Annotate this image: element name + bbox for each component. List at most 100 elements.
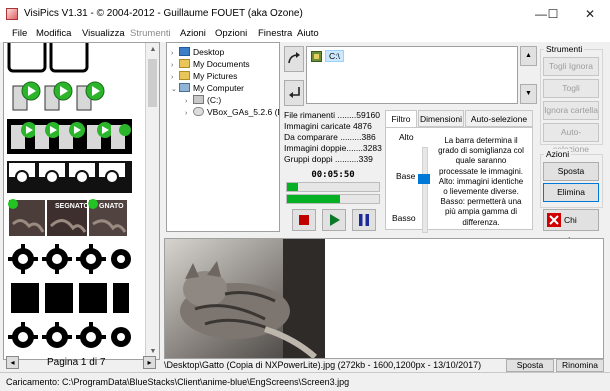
image-preview[interactable] [164, 238, 604, 359]
menu-opzioni[interactable]: Opzioni [215, 28, 247, 39]
tree-node-c-drive[interactable]: › (C:) [185, 94, 221, 106]
drive-icon [311, 50, 322, 62]
menu-modifica[interactable]: Modifica [36, 28, 71, 39]
preview-move-button[interactable]: Sposta [506, 359, 554, 372]
stat-row: Gruppi doppi ..........339 [284, 154, 384, 165]
thumbnail-pane[interactable]: SEGNATO GNATO ▲ ▼ [3, 42, 160, 360]
tree-node-desktop[interactable]: › Desktop [171, 46, 224, 58]
menu-azioni[interactable]: Azioni [180, 28, 206, 39]
stat-label: Immagini doppie....... [284, 143, 363, 153]
tree-node-label: VBox_GAs_5.2.6 (D:) [207, 107, 279, 117]
load-progress-bar [286, 182, 380, 192]
tab-dimensioni[interactable]: Dimensioni [418, 110, 464, 127]
thumb-group[interactable]: SEGNATO GNATO [7, 198, 132, 238]
menu-visualizza[interactable]: Visualizza [82, 28, 125, 39]
folder-tree[interactable]: › Desktop › My Documents › My Pictures ⌄ My … [166, 42, 280, 232]
play-icon [330, 214, 340, 226]
stat-row: Immagini caricate 4876 [284, 121, 384, 132]
move-down-button[interactable]: ▼ [520, 84, 537, 104]
similarity-slider[interactable] [410, 136, 440, 233]
delete-button[interactable]: Elimina [543, 183, 599, 202]
ignore-folder-button[interactable]: Ignora cartella [543, 101, 599, 120]
thumbnail-scrollbar[interactable]: ▲ ▼ [145, 43, 159, 359]
tree-node-d-drive[interactable]: › VBox_GAs_5.2.6 (D:) [185, 106, 279, 120]
tree-node-my-pictures[interactable]: › My Pictures [171, 70, 237, 82]
maximize-button[interactable]: ☐ [541, 0, 565, 28]
thumb-group[interactable] [7, 159, 132, 194]
cat-photo [165, 239, 603, 358]
auto-select-button[interactable]: Auto-selezione [543, 123, 599, 154]
stat-row: File rimanenti ........59160 [284, 110, 384, 121]
stats-panel: File rimanenti ........59160 Immagini ca… [284, 110, 384, 165]
thumb-group-image: SEGNATO GNATO [8, 199, 127, 236]
menu-aiuto[interactable]: Aiuto [297, 28, 319, 39]
scroll-up-arrow[interactable]: ▲ [146, 43, 159, 57]
tree-node-label: My Computer [193, 83, 245, 93]
collapse-icon[interactable]: ⌄ [171, 84, 179, 96]
stat-value: 3283 [362, 143, 382, 153]
thumb-group[interactable] [7, 281, 132, 315]
close-button[interactable]: ✕ [570, 0, 610, 28]
thumb-group-image [8, 244, 131, 274]
stat-value: 59160 [356, 110, 380, 120]
folder-icon [179, 71, 190, 80]
folder-icon [179, 59, 190, 68]
about-button[interactable]: Chi siamo [543, 209, 599, 245]
slider-track [422, 147, 428, 233]
redo-arrow-icon [288, 52, 300, 64]
title-bar: VisiPics V1.31 - © 2004-2012 - Guillaume… [0, 0, 610, 28]
tree-node-my-documents[interactable]: › My Documents [171, 58, 250, 70]
remove-selection-button[interactable]: Togli Selezione [543, 79, 599, 110]
thumb-group[interactable] [7, 319, 132, 353]
progress-fill [287, 195, 341, 203]
stop-button[interactable] [292, 209, 316, 231]
desktop-icon [179, 47, 190, 56]
window-title: VisiPics V1.31 - © 2004-2012 - Guillaume… [24, 8, 303, 19]
computer-icon [179, 83, 190, 92]
menu-bar: File Modifica Visualizza Strumenti Azion… [0, 28, 610, 42]
menu-file[interactable]: File [12, 28, 27, 39]
filter-tab-body: Alto Base Basso La barra determina il gr… [385, 127, 533, 233]
destination-label: C:\ [325, 50, 344, 62]
pause-button[interactable] [352, 209, 376, 231]
tree-node-my-computer[interactable]: ⌄ My Computer [171, 82, 244, 94]
thumb-group[interactable] [7, 43, 132, 75]
tab-filtro[interactable]: Filtro [385, 110, 417, 128]
return-arrow-icon [289, 87, 300, 98]
move-button[interactable]: Sposta [543, 162, 599, 181]
status-bar: Caricamento: C:\ProgramData\BlueStacks\C… [0, 372, 610, 391]
stat-label: Gruppi doppi .......... [284, 154, 359, 164]
scrollbar-thumb[interactable] [148, 59, 157, 107]
preview-rename-button[interactable]: Rinomina [556, 359, 604, 372]
menu-strumenti[interactable]: Strumenti [130, 28, 171, 39]
next-page-button[interactable]: ▸ [143, 356, 156, 369]
tree-node-label: My Pictures [193, 71, 238, 81]
destination-list[interactable]: C:\ [306, 46, 518, 104]
thumb-group-image [7, 161, 132, 193]
settings-tabs: Filtro Dimensioni Auto-selezione Alto Ba… [385, 110, 533, 233]
drive-icon [193, 95, 204, 104]
prev-page-button[interactable]: ◂ [6, 356, 19, 369]
move-up-button[interactable]: ▲ [520, 46, 537, 66]
thumb-group[interactable] [7, 243, 132, 277]
stat-row: Immagini doppie.......3283 [284, 143, 384, 154]
thumb-group[interactable] [7, 119, 132, 154]
menu-finestra[interactable]: Finestra [258, 28, 292, 39]
pause-icon [359, 214, 369, 226]
elapsed-timer: 00:05:50 [311, 170, 355, 180]
stat-value: 386 [361, 132, 376, 142]
progress-fill [287, 183, 299, 191]
slider-handle[interactable] [418, 174, 430, 184]
thumb-group-image [12, 81, 105, 111]
add-destination-button[interactable] [284, 46, 304, 72]
tab-auto-selezione[interactable]: Auto-selezione [465, 110, 533, 127]
play-button[interactable] [322, 209, 346, 231]
remove-destination-button[interactable] [284, 80, 304, 106]
splitter[interactable] [164, 233, 604, 236]
expand-icon[interactable]: › [185, 108, 193, 120]
remove-ignore-button[interactable]: Togli Ignora [543, 57, 599, 76]
thumb-group[interactable] [7, 79, 132, 114]
destination-item[interactable]: C:\ [311, 50, 344, 62]
slider-description: La barra determina il grado di somiglian… [438, 136, 524, 227]
compare-progress-bar [286, 194, 380, 204]
